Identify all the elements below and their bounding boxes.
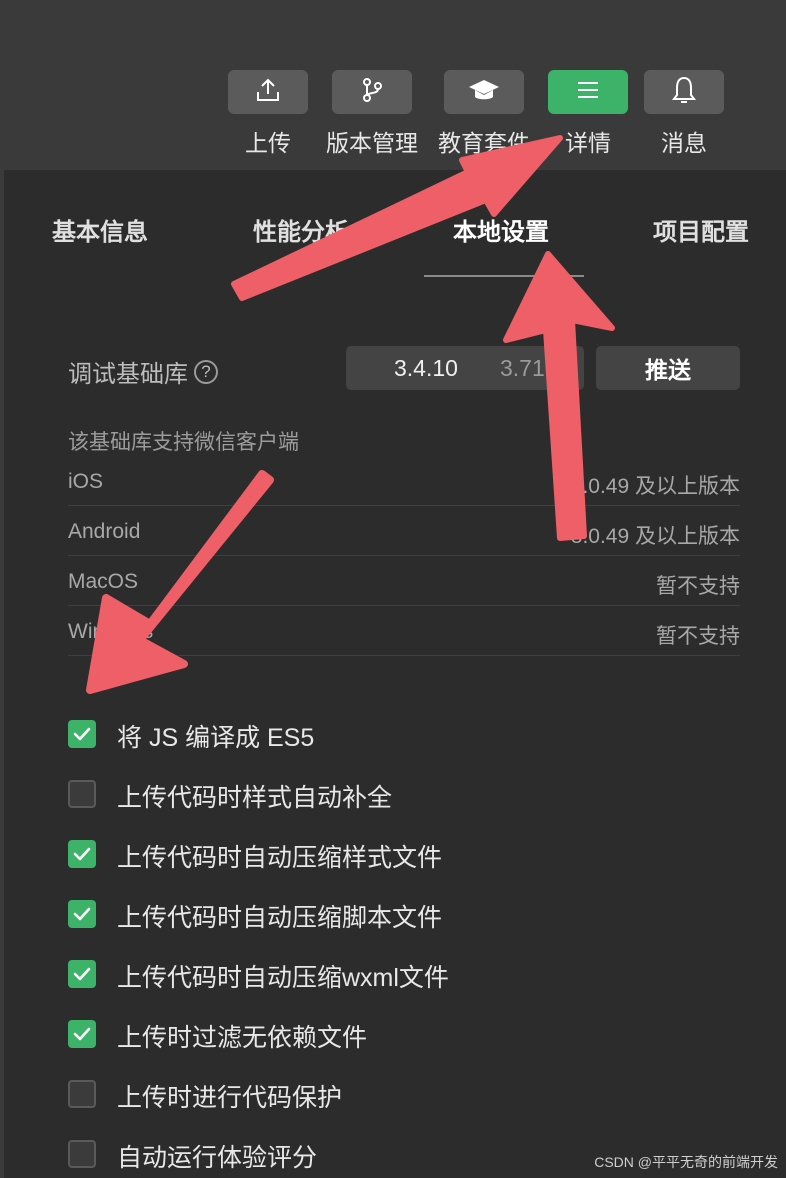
option-row[interactable]: 将 JS 编译成 ES5: [68, 718, 718, 752]
check-icon: [73, 1027, 91, 1041]
check-icon: [73, 847, 91, 861]
option-label: 上传时进行代码保护: [117, 1084, 343, 1112]
branch-icon: [358, 76, 386, 109]
watermark: CSDN @平平无奇的前端开发: [594, 1154, 778, 1170]
graduation-cap-icon: [468, 76, 500, 109]
support-version: 暂不支持: [656, 575, 740, 598]
details-button[interactable]: 详情: [540, 70, 636, 170]
option-label: 上传代码时样式自动补全: [117, 784, 393, 812]
option-label: 将 JS 编译成 ES5: [117, 724, 315, 752]
toolbar-label-details: 详情: [565, 130, 611, 156]
support-version: 暂不支持: [656, 625, 740, 648]
option-row[interactable]: 上传代码时样式自动补全: [68, 778, 718, 812]
tab-basic-info[interactable]: 基本信息: [52, 212, 148, 247]
toolbar: 上传 版本管理 教育套件 详情 消息: [0, 0, 786, 170]
details-tabs: 基本信息 性能分析 本地设置 项目配置: [0, 212, 786, 252]
debug-lib-label: 调试基础库: [68, 361, 188, 388]
version-management-button-bg[interactable]: [332, 70, 412, 114]
lib-version-picker[interactable]: 3.4.10 3.71: [346, 346, 584, 390]
option-row[interactable]: 上传代码时自动压缩wxml文件: [68, 958, 718, 992]
support-row-windows: Windows 暂不支持: [68, 606, 740, 656]
menu-lines-icon: [575, 79, 601, 106]
settings-window: 上传 版本管理 教育套件 详情 消息 基本信息 性能分析 本地设置 项目配置 调…: [0, 0, 786, 1178]
option-row[interactable]: 上传时过滤无依赖文件: [68, 1018, 718, 1052]
option-checkbox[interactable]: [68, 1140, 96, 1168]
active-tab-indicator: [424, 275, 584, 277]
education-kit-button-bg[interactable]: [444, 70, 524, 114]
option-row[interactable]: 上传代码时自动压缩样式文件: [68, 838, 718, 872]
check-icon: [73, 727, 91, 741]
push-button[interactable]: 推送: [596, 346, 740, 390]
option-label: 上传时过滤无依赖文件: [117, 1024, 368, 1052]
check-icon: [73, 967, 91, 981]
tab-local-settings[interactable]: 本地设置: [453, 212, 549, 247]
option-checkbox[interactable]: [68, 900, 96, 928]
debug-lib-row: 调试基础库 ? 3.4.10 3.71 推送: [68, 346, 740, 390]
option-label: 上传代码时自动压缩脚本文件: [117, 904, 443, 932]
support-version: 8.0.49 及以上版本: [570, 475, 740, 498]
support-os: Windows: [68, 620, 154, 643]
version-management-button[interactable]: 版本管理: [324, 70, 420, 170]
messages-button-bg[interactable]: [644, 70, 724, 114]
support-row-macos: MacOS 暂不支持: [68, 556, 740, 606]
upload-button[interactable]: 上传: [220, 70, 316, 170]
option-checkbox[interactable]: [68, 960, 96, 988]
option-label: 上传代码时自动压缩wxml文件: [117, 964, 449, 992]
option-checkbox[interactable]: [68, 1080, 96, 1108]
tab-project-config[interactable]: 项目配置: [653, 212, 749, 247]
details-button-bg[interactable]: [548, 70, 628, 114]
messages-button[interactable]: 消息: [636, 70, 732, 170]
support-row-ios: iOS 8.0.49 及以上版本: [68, 456, 740, 506]
option-label: 自动运行体验评分: [117, 1144, 318, 1172]
support-version: 8.0.49 及以上版本: [570, 525, 740, 548]
debug-lib-label-wrap: 调试基础库 ?: [68, 354, 218, 389]
tab-performance[interactable]: 性能分析: [253, 212, 349, 247]
toolbar-label-education: 教育套件: [438, 130, 530, 156]
support-row-android: Android 8.0.49 及以上版本: [68, 506, 740, 556]
support-os: MacOS: [68, 570, 139, 593]
toolbar-label-messages: 消息: [661, 130, 707, 156]
support-os: Android: [68, 520, 141, 543]
option-checkbox[interactable]: [68, 840, 96, 868]
lib-version-option[interactable]: 3.71: [500, 355, 545, 382]
upload-icon: [254, 76, 282, 109]
toolbar-label-upload: 上传: [245, 130, 291, 156]
option-row[interactable]: 上传时进行代码保护: [68, 1078, 718, 1112]
option-label: 上传代码时自动压缩样式文件: [117, 844, 443, 872]
check-icon: [73, 907, 91, 921]
option-checkbox[interactable]: [68, 780, 96, 808]
upload-button-bg[interactable]: [228, 70, 308, 114]
lib-version-selected[interactable]: 3.4.10: [394, 355, 458, 382]
option-row[interactable]: 上传代码时自动压缩脚本文件: [68, 898, 718, 932]
bell-icon: [671, 75, 697, 110]
question-circle-icon[interactable]: ?: [194, 359, 218, 384]
education-kit-button[interactable]: 教育套件: [436, 70, 532, 170]
support-os: iOS: [68, 470, 104, 493]
option-checkbox[interactable]: [68, 720, 96, 748]
toolbar-label-version: 版本管理: [326, 130, 418, 156]
option-checkbox[interactable]: [68, 1020, 96, 1048]
support-title: 该基础库支持微信客户端: [68, 431, 299, 454]
